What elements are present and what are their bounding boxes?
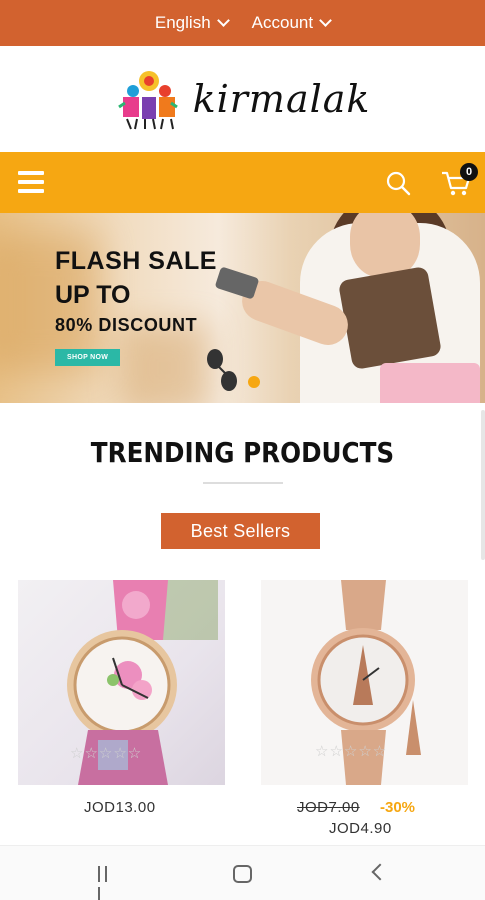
chevron-down-icon [319,14,332,27]
search-icon[interactable] [385,170,411,196]
account-label: Account [251,13,314,32]
system-nav-bar [0,845,485,900]
banner-text: FLASH SALE UP TO 80% DISCOUNT SHOP NOW [55,243,217,366]
product-price: JOD13.00 [84,799,156,816]
back-icon[interactable] [371,863,389,881]
chevron-down-icon [216,14,230,27]
recent-apps-icon[interactable] [98,866,118,900]
banner-headline: FLASH SALE [55,247,217,275]
banner-subheadline: UP TO [55,281,131,309]
product-image[interactable]: ☆☆☆☆☆ [18,580,225,785]
hamburger-menu-icon[interactable] [18,171,44,193]
account-dropdown[interactable]: Account [251,13,332,33]
home-icon[interactable] [233,865,252,883]
rating-stars: ☆☆☆☆☆ [70,745,143,762]
language-label: English [154,13,211,32]
scrollbar[interactable] [481,410,485,560]
banner-sunglasses-image [207,349,237,391]
best-sellers-button[interactable]: Best Sellers [161,513,320,549]
brand-name[interactable]: kirmalak [193,77,371,121]
product-price: JOD4.90 [329,820,392,837]
product-discount-badge: -30% [380,799,416,816]
product-original-price: JOD7.00 [297,799,360,816]
banner-discount-text: 80% DISCOUNT [55,315,198,335]
carousel-indicator[interactable] [248,376,260,388]
rating-stars: ☆☆☆☆☆ [315,743,388,760]
divider [203,482,283,484]
banner-bag-image [337,265,443,371]
product-image[interactable]: ☆☆☆☆☆ [261,580,468,785]
logo-header: kirmalak [0,46,485,152]
brand-logo-icon[interactable] [115,67,183,131]
promo-banner[interactable]: FLASH SALE UP TO 80% DISCOUNT SHOP NOW [0,213,485,403]
banner-shopping-bag-image [380,363,480,403]
shop-now-button[interactable]: SHOP NOW [55,349,121,366]
section-title: TRENDING PRODUCTS [90,436,395,469]
language-dropdown[interactable]: English [154,13,230,33]
main-navbar [0,152,485,213]
cart-count-badge: 0 [460,163,478,181]
top-bar: English Account [0,0,485,46]
